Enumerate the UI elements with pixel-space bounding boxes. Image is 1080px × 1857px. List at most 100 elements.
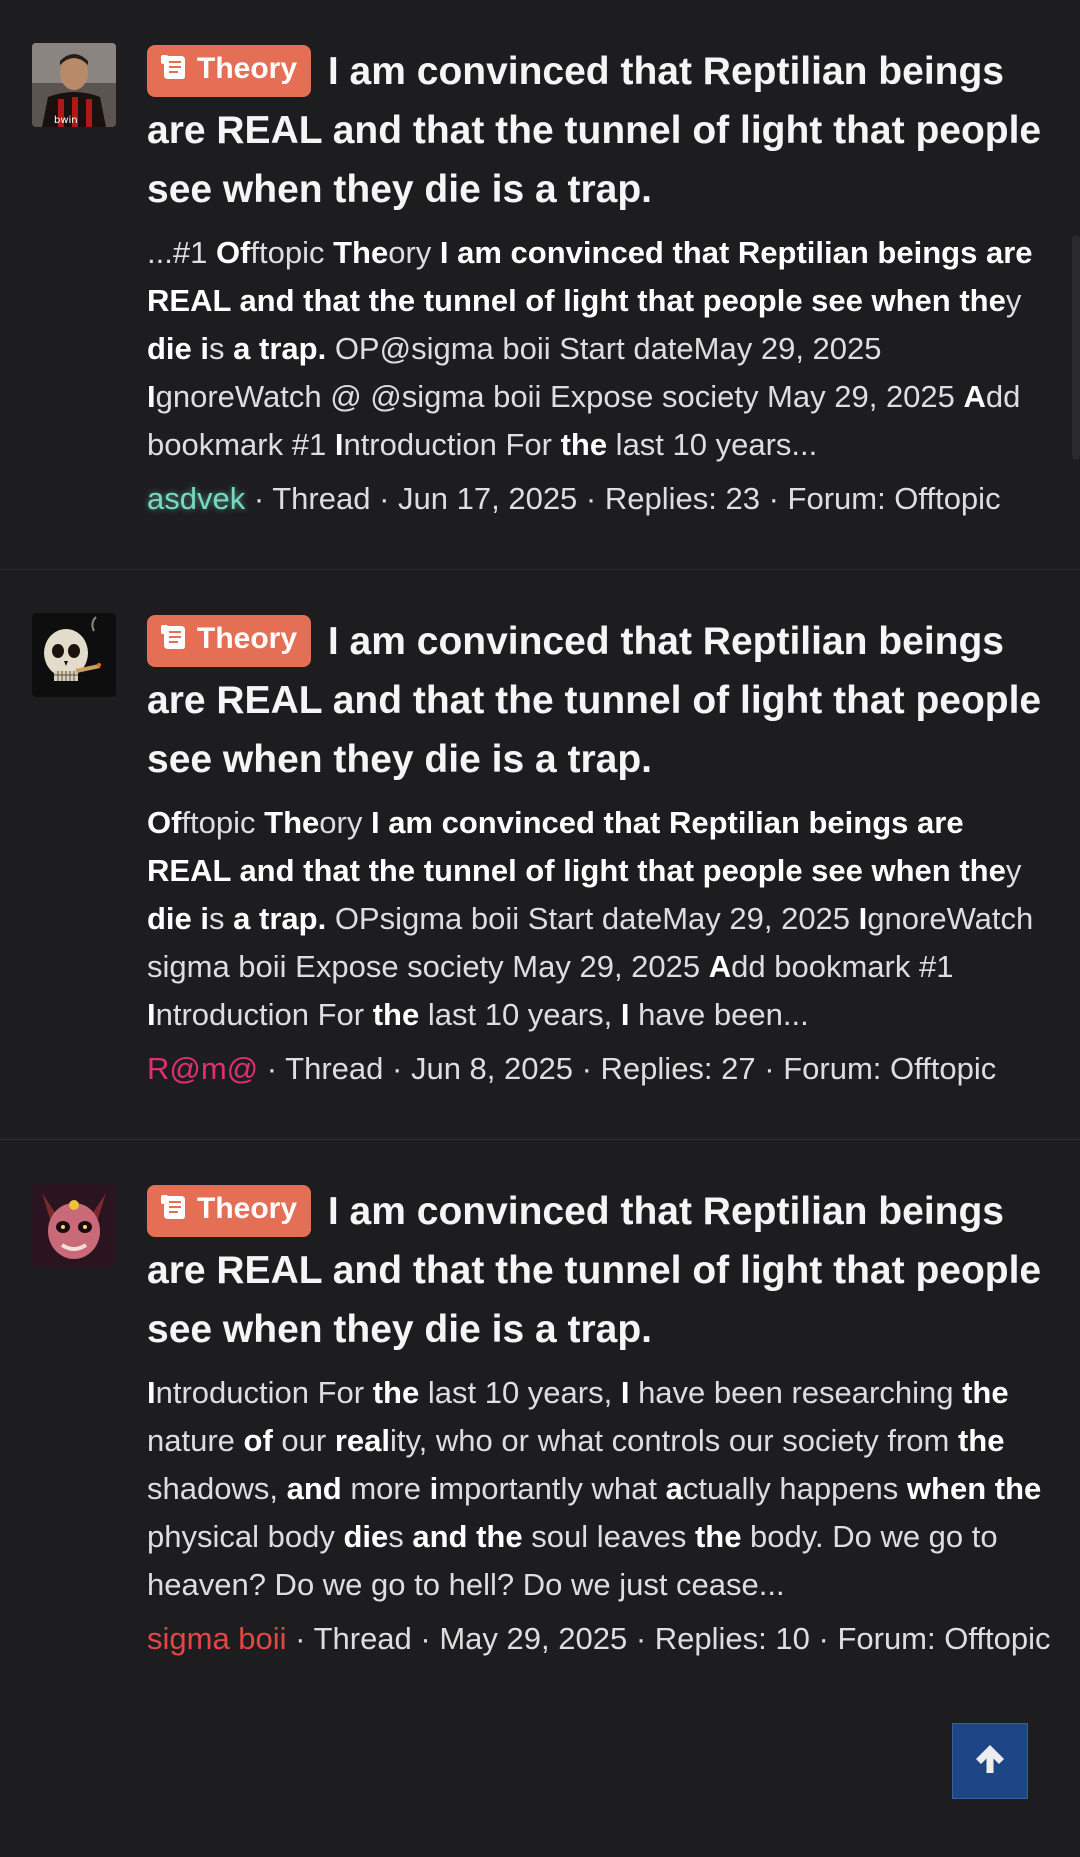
highlighted-term: and the <box>412 1519 523 1554</box>
highlighted-term: the <box>694 1519 742 1554</box>
highlighted-term: A <box>708 949 732 984</box>
highlighted-term: Of <box>147 805 182 840</box>
thread-title[interactable]: Theory I am convinced that Reptilian bei… <box>147 1182 1054 1359</box>
highlighted-term: when the <box>906 1471 1042 1506</box>
snippet-text: shadows, <box>147 1471 287 1506</box>
separator: · <box>383 1051 411 1086</box>
snippet-text: s <box>388 1519 413 1554</box>
snippet-text: have been... <box>629 997 809 1032</box>
prefix-badge[interactable]: Theory <box>147 1185 312 1237</box>
separator: · <box>759 481 788 516</box>
snippet-text: last 10 years... <box>607 427 818 462</box>
forum-link[interactable]: Forum: Offtopic <box>788 481 1001 516</box>
prefix-badge[interactable]: Theory <box>147 45 312 97</box>
forum-link[interactable]: Forum: Offtopic <box>837 1621 1050 1656</box>
snippet-text: ntroduction For <box>155 997 373 1032</box>
snippet-text: ...#1 <box>147 235 216 270</box>
highlighted-term: The <box>333 235 389 270</box>
highlighted-term: I <box>147 379 156 414</box>
prefix-badge[interactable]: Theory <box>147 615 312 667</box>
scroll-icon <box>159 619 189 667</box>
highlighted-term: a trap. <box>233 901 327 936</box>
snippet-text: ftopic <box>250 235 334 270</box>
separator: · <box>627 1621 655 1656</box>
snippet-text: mportantly what <box>438 1471 666 1506</box>
separator: · <box>411 1621 440 1656</box>
highlighted-term: I <box>147 997 156 1032</box>
highlighted-term: A <box>963 379 986 414</box>
snippet-text: have been researching <box>629 1375 963 1410</box>
search-result: Theory I am convinced that Reptilian bei… <box>0 570 1080 1140</box>
separator: · <box>258 1051 286 1086</box>
thread-title[interactable]: Theory I am convinced that Reptilian bei… <box>147 612 1054 789</box>
reply-count: Replies: 10 <box>654 1621 810 1656</box>
snippet-text: last 10 years, <box>419 1375 621 1410</box>
snippet-text: s <box>209 901 234 936</box>
separator: · <box>809 1621 838 1656</box>
snippet-text: y <box>1005 283 1022 318</box>
result-date: Jun 17, 2025 <box>398 481 578 516</box>
separator: · <box>286 1621 314 1656</box>
highlighted-term: of <box>243 1423 273 1458</box>
highlighted-term: die <box>343 1519 389 1554</box>
highlighted-term: the <box>962 1375 1009 1410</box>
search-result: Theory I am convinced that Reptilian bei… <box>0 1140 1080 1709</box>
svg-text:bwin: bwin <box>54 115 78 126</box>
snippet-text: ctually happens <box>682 1471 907 1506</box>
highlighted-term: the <box>957 1423 1005 1458</box>
author-link[interactable]: asdvek <box>147 481 245 516</box>
reply-count: Replies: 23 <box>604 481 760 516</box>
reply-count: Replies: 27 <box>600 1051 756 1086</box>
result-date: May 29, 2025 <box>439 1621 628 1656</box>
result-meta: sigma boii · Thread · May 29, 2025 · Rep… <box>147 1615 1054 1663</box>
content-type: Thread <box>313 1621 412 1656</box>
snippet-text: physical body <box>147 1519 344 1554</box>
scroll-to-top-button[interactable] <box>952 1723 1028 1799</box>
separator: · <box>572 1051 601 1086</box>
snippet-text: ory <box>388 235 440 270</box>
highlighted-term: and <box>286 1471 342 1506</box>
thread-title[interactable]: Theory I am convinced that Reptilian bei… <box>147 42 1054 219</box>
result-date: Jun 8, 2025 <box>410 1051 573 1086</box>
scroll-icon <box>159 1189 189 1237</box>
result-snippet: Introduction For the last 10 years, I ha… <box>147 1369 1054 1609</box>
snippet-text: ntroduction For <box>343 427 561 462</box>
separator: · <box>245 481 273 516</box>
highlighted-term: a <box>665 1471 683 1506</box>
highlighted-term: die <box>147 901 192 936</box>
author-link[interactable]: sigma boii <box>147 1621 287 1656</box>
snippet-text: last 10 years, <box>419 997 621 1032</box>
forum-link[interactable]: Forum: Offtopic <box>783 1051 996 1086</box>
snippet-text: ftopic <box>181 805 265 840</box>
avatar[interactable]: bwin <box>32 43 116 127</box>
snippet-text: dd bookmark #1 <box>731 949 954 984</box>
snippet-text: s <box>209 331 234 366</box>
highlighted-term: real <box>334 1423 390 1458</box>
highlighted-term: Of <box>215 235 251 270</box>
highlighted-term: The <box>264 805 320 840</box>
snippet-text: gnoreWatch @ @sigma boii Expose society … <box>155 379 964 414</box>
snippet-text: soul leaves <box>522 1519 695 1554</box>
result-snippet: Offtopic Theory I am convinced that Rept… <box>147 799 1054 1039</box>
avatar[interactable] <box>32 1183 116 1267</box>
snippet-text: OPsigma boii Start dateMay 29, 2025 <box>326 901 859 936</box>
highlighted-term: the <box>372 1375 420 1410</box>
content-type: Thread <box>285 1051 384 1086</box>
author-link[interactable]: R@m@ <box>147 1051 258 1086</box>
highlighted-term: I <box>858 901 868 936</box>
snippet-text: nature <box>147 1423 244 1458</box>
arrow-up-icon <box>970 1739 1010 1784</box>
highlighted-term: i <box>200 901 210 936</box>
snippet-text: our <box>272 1423 335 1458</box>
highlighted-term: i <box>429 1471 439 1506</box>
result-meta: R@m@ · Thread · Jun 8, 2025 · Replies: 2… <box>147 1045 1054 1093</box>
snippet-text: ity, who or what controls our society fr… <box>389 1423 958 1458</box>
highlighted-term: I <box>147 1375 156 1410</box>
search-result: bwin Theory I am convinced that Reptilia… <box>0 0 1080 570</box>
avatar[interactable] <box>32 613 116 697</box>
scrollbar[interactable] <box>1072 235 1080 460</box>
highlighted-term: the <box>560 427 608 462</box>
separator: · <box>577 481 605 516</box>
snippet-text: OP@sigma boii Start dateMay 29, 2025 <box>326 331 882 366</box>
snippet-text: y <box>1005 853 1022 888</box>
